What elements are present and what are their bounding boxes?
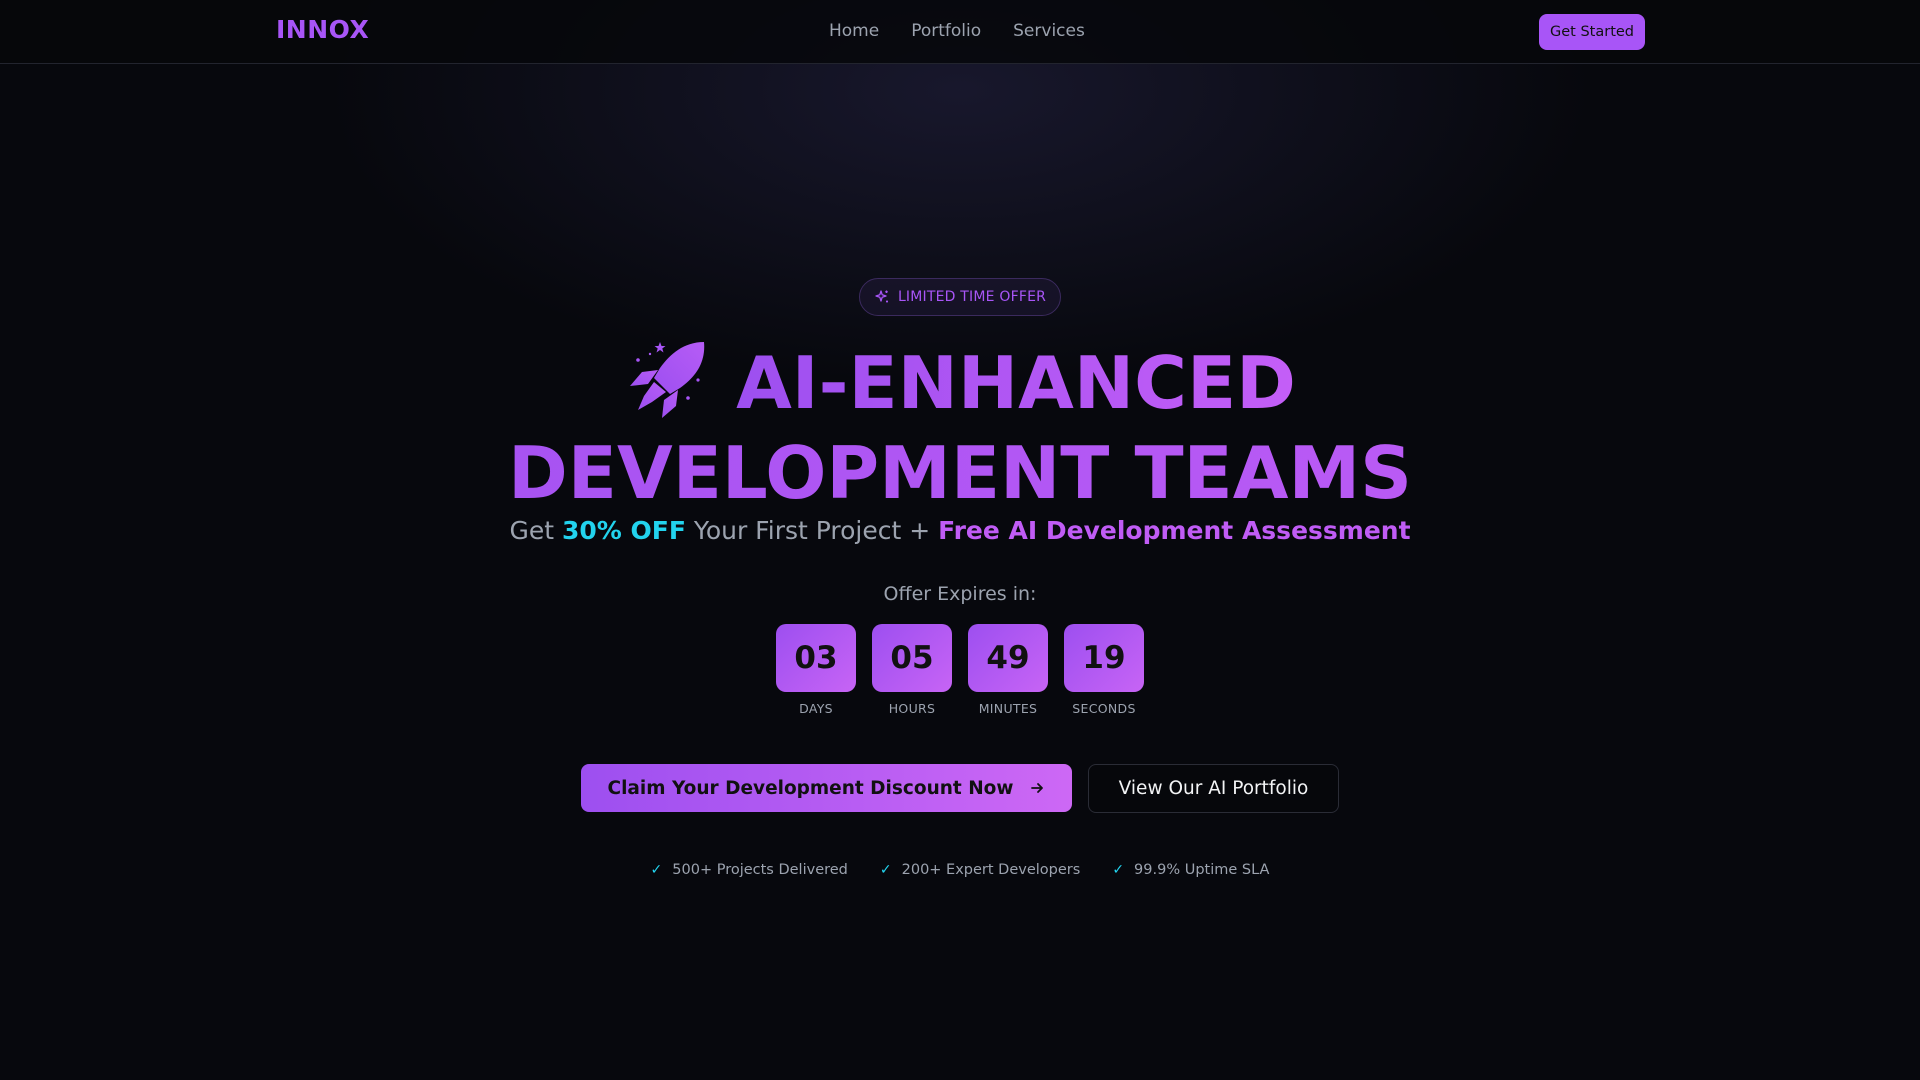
headline-line-2: DEVELOPMENT TEAMS (0, 436, 1920, 510)
countdown-seconds-label: SECONDS (1072, 701, 1136, 716)
countdown-timer: 03 DAYS 05 HOURS 49 MINUTES 19 SECONDS (776, 624, 1144, 716)
stat-developers: ✓ 200+ Expert Developers (880, 862, 1080, 878)
sparkle-icon (874, 289, 890, 305)
nav-link-portfolio[interactable]: Portfolio (911, 21, 981, 41)
stat-uptime-text: 99.9% Uptime SLA (1134, 862, 1270, 878)
offer-expires-label: Offer Expires in: (883, 583, 1037, 605)
claim-discount-button[interactable]: Claim Your Development Discount Now (581, 764, 1072, 812)
countdown-hours: 05 HOURS (872, 624, 952, 716)
nav-link-home[interactable]: Home (829, 21, 879, 41)
hero-headline: AI-ENHANCED DEVELOPMENT TEAMS (0, 342, 1920, 510)
countdown-days-value: 03 (776, 624, 856, 692)
countdown-hours-label: HOURS (888, 701, 936, 716)
top-navbar: INNOX Home Portfolio Services Get Starte… (0, 0, 1920, 64)
hero-subheadline: Get 30% OFF Your First Project + Free AI… (0, 516, 1920, 545)
check-icon: ✓ (1112, 862, 1125, 878)
claim-discount-label: Claim Your Development Discount Now (607, 777, 1014, 799)
stat-projects: ✓ 500+ Projects Delivered (651, 862, 848, 878)
badge-text: LIMITED TIME OFFER (897, 289, 1047, 305)
trust-stats: ✓ 500+ Projects Delivered ✓ 200+ Expert … (0, 862, 1920, 878)
rocket-icon (624, 338, 710, 420)
stat-projects-text: 500+ Projects Delivered (672, 862, 848, 878)
check-icon: ✓ (879, 862, 892, 878)
nav-link-services[interactable]: Services (1013, 21, 1085, 41)
countdown-minutes-value: 49 (968, 624, 1048, 692)
subhead-middle: Your First Project + (685, 516, 939, 545)
check-icon: ✓ (650, 862, 663, 878)
countdown-minutes-label: MINUTES (978, 701, 1038, 716)
countdown-minutes: 49 MINUTES (968, 624, 1048, 716)
countdown-seconds: 19 SECONDS (1064, 624, 1144, 716)
stat-uptime: ✓ 99.9% Uptime SLA (1112, 862, 1269, 878)
arrow-right-icon (1029, 780, 1045, 796)
view-portfolio-button[interactable]: View Our AI Portfolio (1088, 764, 1339, 813)
logo[interactable]: INNOX (276, 15, 369, 44)
countdown-seconds-value: 19 (1064, 624, 1144, 692)
countdown-days-label: DAYS (799, 701, 833, 716)
countdown-hours-value: 05 (872, 624, 952, 692)
stat-developers-text: 200+ Expert Developers (901, 862, 1081, 878)
subhead-prefix: Get (509, 516, 562, 545)
subhead-bonus: Free AI Development Assessment (938, 516, 1411, 545)
limited-offer-badge: LIMITED TIME OFFER (859, 278, 1061, 316)
get-started-button[interactable]: Get Started (1539, 14, 1645, 50)
countdown-days: 03 DAYS (776, 624, 856, 716)
subhead-discount: 30% OFF (561, 516, 686, 545)
nav-links: Home Portfolio Services (829, 21, 1085, 41)
headline-line-1: AI-ENHANCED (736, 341, 1296, 425)
